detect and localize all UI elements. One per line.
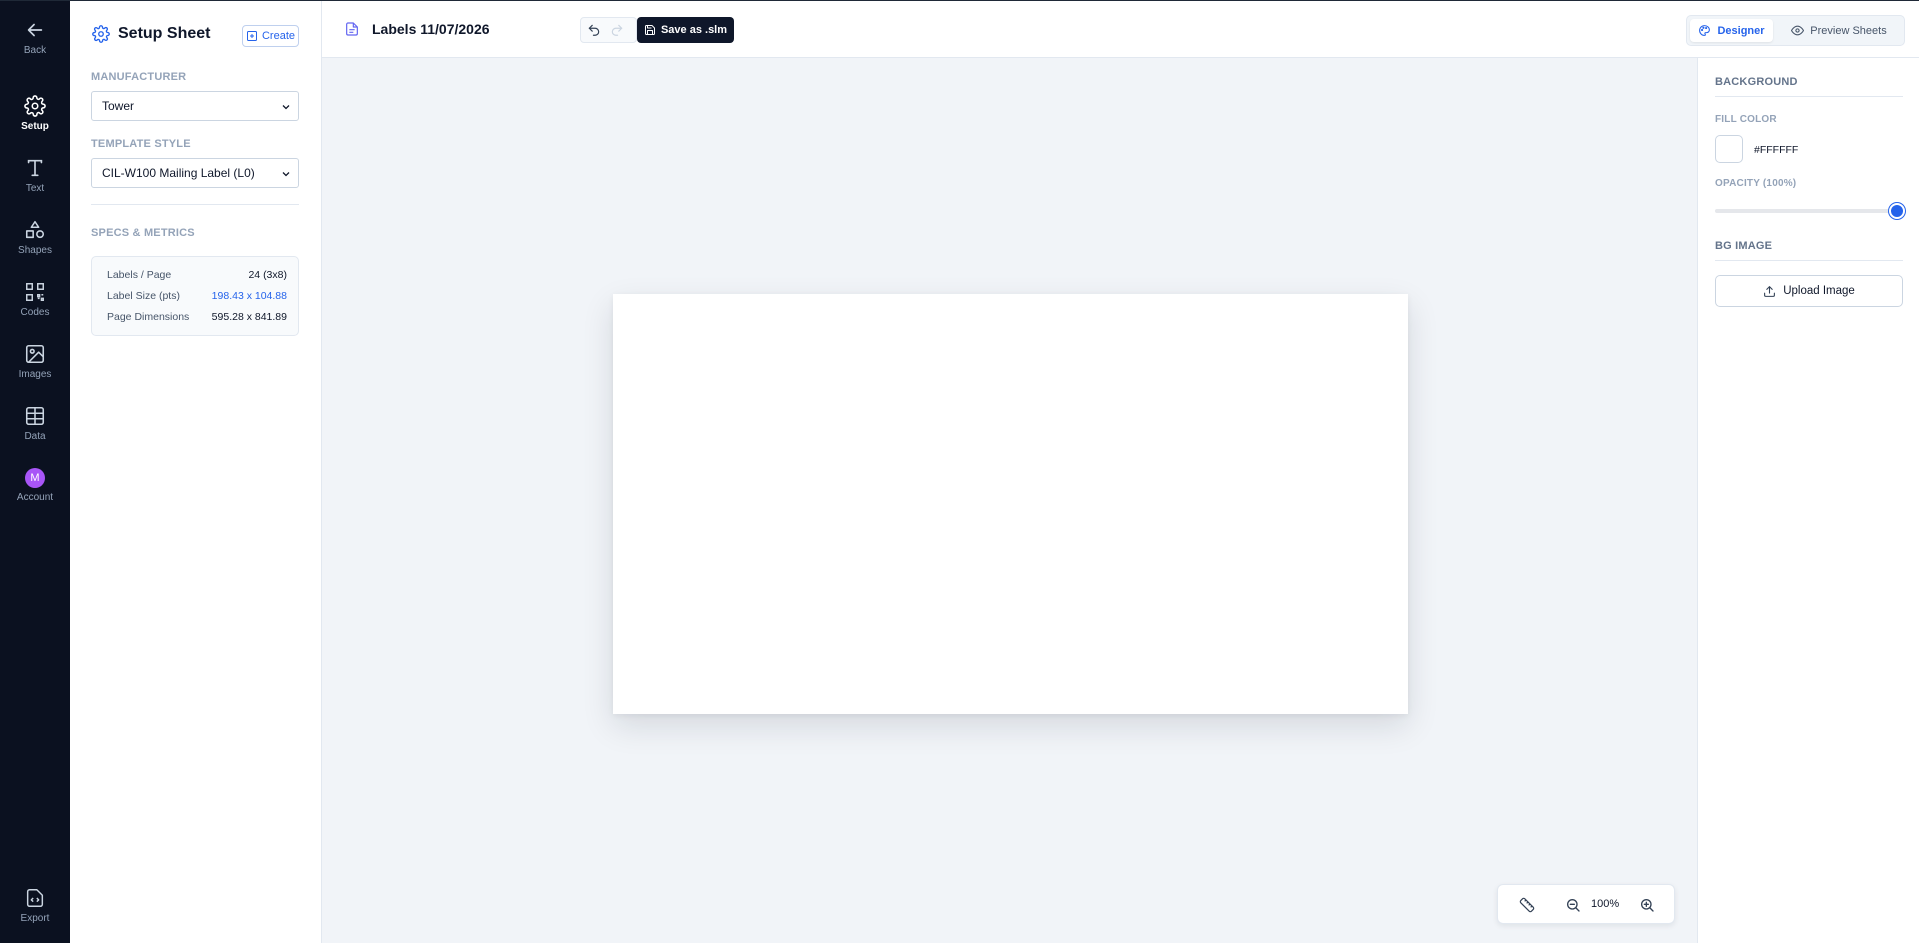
spec-key: Page Dimensions [107, 311, 190, 323]
chevron-down-icon [282, 105, 290, 110]
account-label: Account [16, 492, 54, 503]
template-style-select[interactable]: CIL-W100 Mailing Label (L0) [91, 158, 299, 188]
bg-image-heading: BG IMAGE [1715, 240, 1773, 252]
mode-switch: Designer Preview Sheets [1686, 15, 1905, 46]
save-button[interactable]: Save as .slm [637, 17, 734, 43]
rail-item-setup[interactable]: Setup [0, 95, 70, 132]
rail-item-shapes[interactable]: Shapes [0, 219, 70, 256]
background-heading: BACKGROUND [1715, 76, 1798, 88]
setup-panel: Setup Sheet Create MANUFACTURER Tower TE… [70, 1, 322, 943]
rail-item-images[interactable]: Images [0, 343, 70, 380]
gear-icon [92, 25, 110, 43]
chevron-down-icon [282, 172, 290, 177]
section-divider [1715, 96, 1903, 97]
image-icon [25, 344, 45, 364]
opacity-slider-track[interactable] [1715, 209, 1903, 213]
tab-preview-sheets[interactable]: Preview Sheets [1777, 19, 1901, 42]
properties-panel: BACKGROUND FILL COLOR #FFFFFF OPACITY (1… [1697, 58, 1919, 943]
back-label: Back [23, 45, 47, 56]
codes-label: Codes [20, 307, 50, 318]
opacity-label: OPACITY (100%) [1715, 178, 1797, 189]
text-label: Text [25, 183, 45, 194]
shapes-label: Shapes [18, 245, 52, 256]
rail-item-text[interactable]: Text [0, 157, 70, 194]
export-label: Export [20, 913, 50, 924]
upload-image-button[interactable]: Upload Image [1715, 275, 1903, 307]
zoom-level: 100% [1591, 898, 1620, 910]
manufacturer-label: MANUFACTURER [91, 71, 187, 83]
spec-row: Page Dimensions 595.28 x 841.89 [107, 311, 287, 323]
fill-color-swatch[interactable] [1715, 135, 1743, 163]
history-controls [580, 17, 637, 43]
eye-icon [1791, 25, 1805, 36]
qr-code-icon [26, 283, 44, 301]
panel-title-text: Setup Sheet [118, 25, 211, 42]
spec-row: Label Size (pts) 198.43 x 104.88 [107, 290, 287, 302]
label-artboard[interactable] [613, 294, 1408, 714]
specs-card: Labels / Page 24 (3x8) Label Size (pts) … [91, 256, 299, 336]
document-title: Labels 11/07/2026 [344, 21, 490, 37]
setup-label: Setup [21, 121, 49, 132]
fill-color-label: FILL COLOR [1715, 114, 1777, 125]
palette-icon [1699, 25, 1711, 36]
document-title-text: Labels 11/07/2026 [372, 21, 490, 37]
upload-icon [1764, 285, 1776, 297]
zoom-out-icon[interactable] [1565, 897, 1581, 913]
export-button[interactable]: Export [0, 887, 70, 924]
create-label: Create [261, 30, 296, 42]
save-label: Save as .slm [660, 24, 728, 36]
zoom-in-icon[interactable] [1639, 897, 1655, 913]
rail-item-account[interactable]: M Account [0, 468, 70, 503]
section-divider [1715, 260, 1903, 261]
avatar: M [25, 468, 45, 488]
rail-item-data[interactable]: Data [0, 405, 70, 442]
document-icon [346, 22, 358, 36]
top-toolbar: Labels 11/07/2026 Save as .slm Designer … [322, 1, 1919, 58]
tab-designer-label: Designer [1717, 24, 1765, 37]
ruler-icon[interactable] [1519, 897, 1535, 913]
arrow-left-icon [27, 23, 43, 37]
fill-color-value: #FFFFFF [1754, 144, 1799, 156]
undo-icon[interactable] [587, 23, 601, 37]
table-icon [25, 406, 45, 426]
plus-square-icon [246, 31, 257, 41]
spec-value: 24 (3x8) [248, 269, 287, 281]
template-style-value: CIL-W100 Mailing Label (L0) [102, 166, 255, 180]
opacity-slider-handle[interactable] [1889, 203, 1905, 219]
text-icon [27, 159, 43, 177]
section-divider [91, 204, 299, 205]
specs-label: SPECS & METRICS [91, 227, 195, 239]
design-canvas: 100% [322, 58, 1697, 943]
spec-key: Labels / Page [107, 269, 172, 281]
spec-row: Labels / Page 24 (3x8) [107, 269, 287, 281]
create-button[interactable]: Create [242, 25, 299, 47]
back-button[interactable]: Back [0, 19, 70, 56]
panel-title: Setup Sheet [92, 25, 210, 43]
manufacturer-select[interactable]: Tower [91, 91, 299, 121]
upload-image-label: Upload Image [1783, 285, 1855, 297]
tab-designer[interactable]: Designer [1690, 19, 1773, 42]
spec-key: Label Size (pts) [107, 290, 180, 302]
spec-value: 595.28 x 841.89 [211, 311, 287, 323]
zoom-controls: 100% [1497, 884, 1675, 924]
tool-rail: Back Setup Text Shapes Codes Images Data… [0, 1, 70, 943]
shapes-icon [25, 220, 45, 239]
manufacturer-value: Tower [102, 99, 135, 113]
rail-item-codes[interactable]: Codes [0, 281, 70, 318]
template-style-label: TEMPLATE STYLE [91, 138, 191, 150]
spec-value: 198.43 x 104.88 [211, 290, 287, 302]
data-label: Data [24, 431, 46, 442]
images-label: Images [18, 369, 52, 380]
tab-preview-sheets-label: Preview Sheets [1810, 24, 1887, 37]
floppy-disk-icon [644, 25, 655, 35]
code-file-icon [26, 889, 44, 907]
gear-icon [24, 95, 46, 117]
redo-icon[interactable] [610, 23, 624, 37]
